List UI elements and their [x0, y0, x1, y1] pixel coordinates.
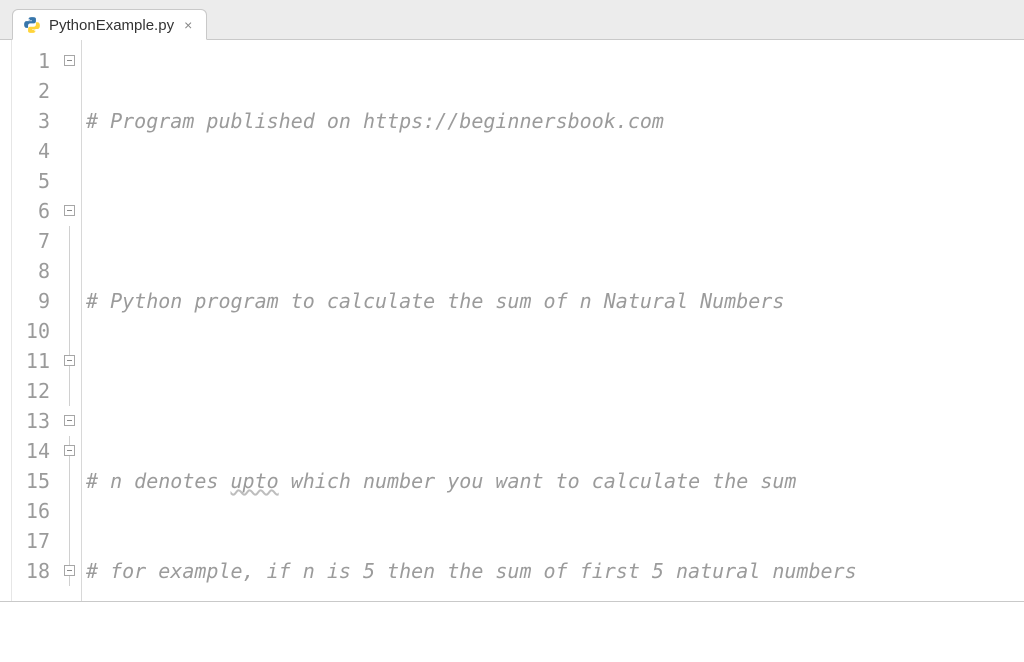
line-number[interactable]: 2	[12, 76, 60, 106]
close-icon[interactable]: ×	[182, 18, 194, 32]
comment: # Program published on https://beginners…	[86, 109, 664, 133]
tab-bar: PythonExample.py ×	[0, 0, 1024, 40]
line-number[interactable]: 12	[12, 376, 60, 406]
breakpoint-strip[interactable]	[0, 40, 12, 601]
line-number[interactable]: 14	[12, 436, 60, 466]
fold-toggle-icon[interactable]	[64, 355, 75, 366]
comment: # for example, if n is 5 then the sum of…	[86, 559, 857, 583]
fold-toggle-icon[interactable]	[64, 415, 75, 426]
line-number[interactable]: 13	[12, 406, 60, 436]
line-number[interactable]: 9	[12, 286, 60, 316]
fold-toggle-icon[interactable]	[64, 55, 75, 66]
tab-filename: PythonExample.py	[49, 17, 174, 34]
fold-toggle-icon[interactable]	[64, 565, 75, 576]
code-area[interactable]: # Program published on https://beginners…	[82, 40, 1024, 601]
line-number[interactable]: 16	[12, 496, 60, 526]
comment: # n denotes upto which number you want t…	[86, 469, 796, 493]
line-number[interactable]: 15	[12, 466, 60, 496]
line-number[interactable]: 1	[12, 46, 60, 76]
fold-strip[interactable]	[60, 40, 82, 601]
python-icon	[23, 16, 41, 34]
line-number[interactable]: 4	[12, 136, 60, 166]
line-number[interactable]: 7	[12, 226, 60, 256]
fold-toggle-icon[interactable]	[64, 445, 75, 456]
editor: 1 2 3 4 5 6 7 8 9 10 11 12 13 14 15 16 1…	[0, 40, 1024, 602]
line-number[interactable]: 11	[12, 346, 60, 376]
line-number[interactable]: 8	[12, 256, 60, 286]
fold-toggle-icon[interactable]	[64, 205, 75, 216]
line-number[interactable]: 17	[12, 526, 60, 556]
comment: # Python program to calculate the sum of…	[86, 289, 784, 313]
line-number[interactable]: 10	[12, 316, 60, 346]
line-number[interactable]: 18	[12, 556, 60, 586]
tab-file[interactable]: PythonExample.py ×	[12, 9, 207, 40]
line-number[interactable]: 6	[12, 196, 60, 226]
line-number-gutter[interactable]: 1 2 3 4 5 6 7 8 9 10 11 12 13 14 15 16 1…	[12, 40, 60, 601]
line-number[interactable]: 5	[12, 166, 60, 196]
line-number[interactable]: 3	[12, 106, 60, 136]
editor-empty-area[interactable]	[0, 602, 1024, 662]
